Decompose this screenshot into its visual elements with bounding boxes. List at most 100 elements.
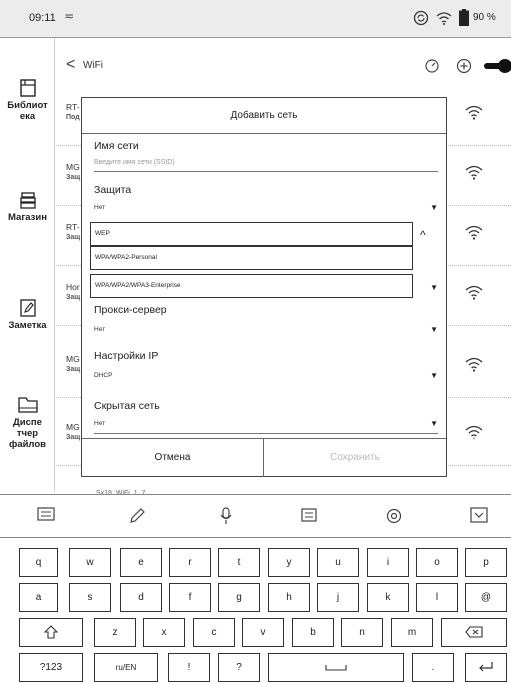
chevron-down-icon: ▼ — [430, 203, 438, 212]
wifi-signal-icon — [465, 224, 483, 245]
cancel-button[interactable]: Отмена — [82, 439, 264, 477]
key-q[interactable]: q — [19, 548, 58, 577]
wifi-header: < WiFi — [56, 50, 511, 86]
key-c[interactable]: c — [193, 618, 235, 647]
key-b[interactable]: b — [292, 618, 334, 647]
sidebar: Библиот ека Магазин Заметка Диспе тчер файл… — [0, 38, 55, 492]
hidden-network-select[interactable]: Нет ▼ — [94, 414, 438, 434]
chevron-up-icon[interactable]: ^ — [420, 228, 426, 242]
ssid-label: Имя сети — [94, 140, 139, 152]
security-value: Нет — [94, 204, 106, 211]
key-s[interactable]: s — [69, 583, 111, 612]
refresh-icon[interactable] — [424, 58, 440, 79]
clipboard-icon[interactable] — [300, 507, 318, 528]
key-u[interactable]: u — [317, 548, 359, 577]
wifi-signal-icon — [465, 104, 483, 125]
key-m[interactable]: m — [391, 618, 433, 647]
key-question[interactable]: ? — [218, 653, 260, 682]
sidebar-item-label: Магазин — [8, 212, 47, 223]
microphone-icon[interactable] — [218, 507, 234, 530]
dialog-footer: Отмена Сохранить — [82, 438, 446, 477]
space-icon — [325, 665, 347, 671]
network-state: Защ — [66, 174, 81, 181]
key-x[interactable]: x — [143, 618, 185, 647]
network-state: Защ — [66, 434, 81, 441]
wifi-status-icon — [436, 10, 452, 31]
settings-gear-icon[interactable] — [385, 507, 403, 530]
ip-settings-label: Настройки IP — [94, 350, 159, 362]
key-v[interactable]: v — [242, 618, 284, 647]
wifi-signal-icon — [465, 164, 483, 185]
network-state: Под — [66, 114, 80, 121]
network-state: Защ — [66, 366, 81, 373]
key-at[interactable]: @ — [465, 583, 507, 612]
file-manager-icon — [17, 397, 38, 413]
battery-percent: 90 % — [473, 12, 496, 23]
sidebar-item-library[interactable]: Библиот ека — [0, 78, 55, 122]
hidden-network-value: Нет — [94, 420, 106, 427]
chevron-down-icon: ▼ — [430, 283, 438, 292]
add-network-icon[interactable] — [456, 58, 472, 79]
key-t[interactable]: t — [218, 548, 260, 577]
page-title: WiFi — [83, 60, 103, 71]
key-d[interactable]: d — [120, 583, 162, 612]
key-r[interactable]: r — [169, 548, 211, 577]
ip-settings-select[interactable]: DHCP ▼ — [94, 366, 438, 386]
keyboard-hide-icon[interactable] — [470, 507, 488, 528]
key-k[interactable]: k — [367, 583, 409, 612]
space-key[interactable] — [268, 653, 404, 682]
key-g[interactable]: g — [218, 583, 260, 612]
ip-settings-value: DHCP — [94, 372, 113, 379]
key-y[interactable]: y — [268, 548, 310, 577]
wifi-toggle[interactable] — [484, 58, 511, 79]
wifi-signal-icon — [465, 424, 483, 445]
key-f[interactable]: f — [169, 583, 211, 612]
chevron-down-icon: ▼ — [430, 419, 438, 428]
status-time: 09:11 — [29, 12, 56, 24]
numbers-key[interactable]: ?123 — [19, 653, 83, 682]
enter-key[interactable] — [465, 653, 507, 682]
key-e[interactable]: e — [120, 548, 162, 577]
key-dot[interactable]: . — [412, 653, 454, 682]
dialog-title: Добавить сеть — [82, 98, 446, 134]
wifi-signal-icon — [465, 284, 483, 305]
enter-icon — [479, 662, 493, 672]
handwriting-icon[interactable] — [128, 507, 146, 530]
key-exclamation[interactable]: ! — [168, 653, 210, 682]
wifi-signal-icon — [465, 356, 483, 377]
security-label: Защита — [94, 184, 132, 196]
key-j[interactable]: j — [317, 583, 359, 612]
network-ssid: MG — [66, 162, 80, 172]
key-w[interactable]: w — [69, 548, 111, 577]
security-option-wpa-personal[interactable]: WPA/WPA2-Personal — [90, 246, 413, 270]
key-z[interactable]: z — [94, 618, 136, 647]
security-select[interactable]: Нет ▼ — [94, 198, 438, 218]
hidden-network-label: Скрытая сеть — [94, 400, 160, 412]
language-key[interactable]: ru/EN — [94, 653, 158, 682]
key-l[interactable]: l — [416, 583, 458, 612]
ssid-input[interactable]: Введите имя сети (SSID) — [94, 154, 438, 172]
sidebar-item-label: Диспе тчер файлов — [9, 417, 46, 450]
network-ssid: MG — [66, 422, 80, 432]
key-a[interactable]: a — [19, 583, 58, 612]
network-state: Защ — [66, 234, 81, 241]
key-p[interactable]: p — [465, 548, 507, 577]
shift-key[interactable] — [19, 618, 83, 647]
network-ssid: RT- — [66, 102, 80, 112]
security-option-wpa-enterprise[interactable]: WPA/WPA2/WPA3-Enterprise — [90, 274, 413, 298]
network-ssid: MG — [66, 354, 80, 364]
proxy-select[interactable]: Нет ▼ — [94, 320, 438, 340]
save-button[interactable]: Сохранить — [264, 439, 446, 477]
sidebar-item-file-manager[interactable]: Диспе тчер файлов — [0, 393, 55, 450]
sidebar-item-shop[interactable]: Магазин — [0, 190, 55, 223]
key-h[interactable]: h — [268, 583, 310, 612]
back-button[interactable]: < — [66, 56, 75, 74]
key-n[interactable]: n — [341, 618, 383, 647]
key-i[interactable]: i — [367, 548, 409, 577]
backspace-key[interactable] — [441, 618, 507, 647]
sidebar-item-note[interactable]: Заметка — [0, 298, 55, 331]
key-o[interactable]: o — [416, 548, 458, 577]
proxy-value: Нет — [94, 326, 106, 333]
security-option-wep[interactable]: WEP — [90, 222, 413, 246]
keyboard-icon[interactable] — [37, 507, 55, 526]
